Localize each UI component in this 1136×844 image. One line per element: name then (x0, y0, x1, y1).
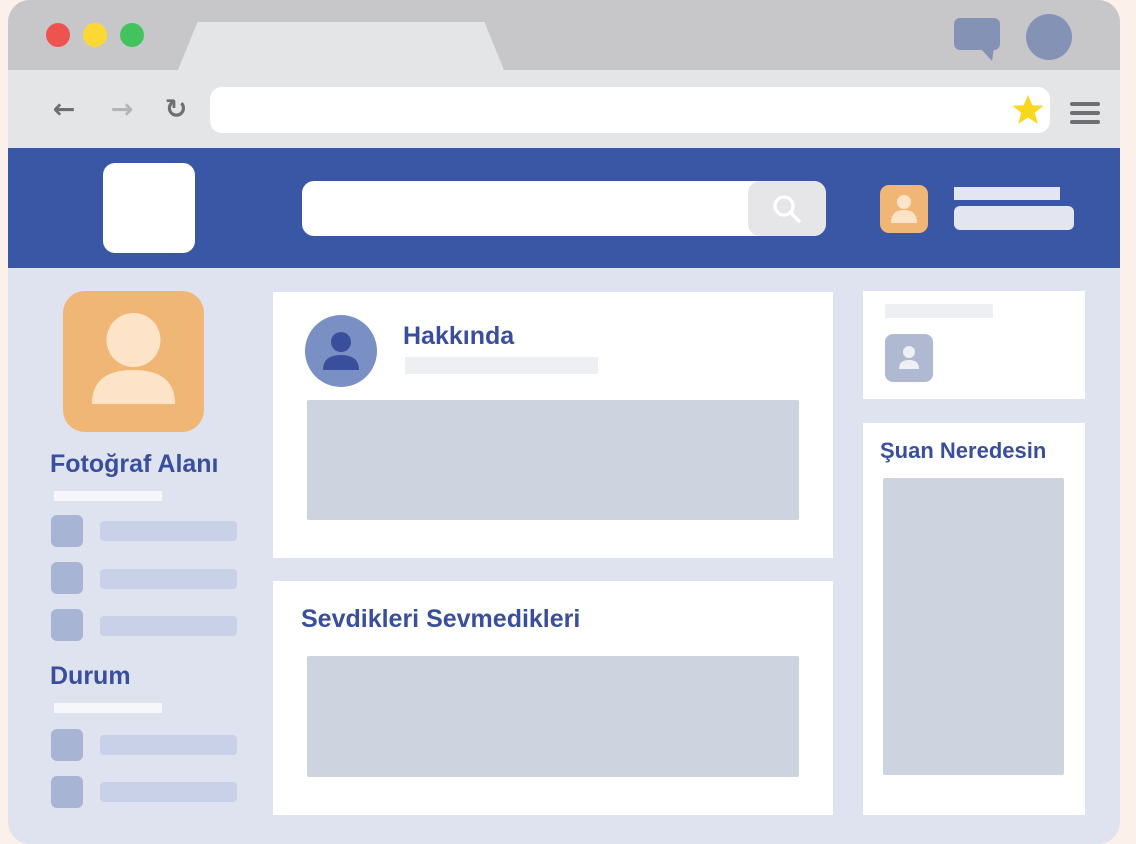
search-icon (773, 195, 801, 223)
maximize-window-dot[interactable] (120, 23, 144, 47)
location-map[interactable] (883, 478, 1064, 775)
browser-window: ← → ↻ Fotoğraf Alanı Durum Hakkında Sevd… (8, 0, 1120, 844)
close-window-dot[interactable] (46, 23, 70, 47)
site-header (8, 148, 1120, 268)
address-bar[interactable] (210, 87, 1050, 133)
chat-icon[interactable] (954, 18, 1000, 62)
likes-title: Sevdikleri Sevmedikleri (301, 605, 581, 633)
about-subtitle-line (405, 357, 598, 374)
about-avatar-icon (305, 315, 377, 387)
sidebar-item[interactable] (100, 521, 237, 541)
title-bar (8, 0, 1120, 70)
friends-header-line (885, 304, 993, 318)
user-avatar[interactable] (880, 185, 928, 233)
friends-card (863, 291, 1085, 399)
about-card: Hakkında (273, 292, 833, 558)
star-icon[interactable] (1012, 94, 1044, 126)
sidebar-item-icon (51, 562, 83, 594)
status-item-icon (51, 776, 83, 808)
photo-area-title: Fotoğraf Alanı (50, 450, 219, 478)
sidebar-item-icon (51, 609, 83, 641)
sidebar-item[interactable] (100, 616, 237, 636)
location-card: Şuan Neredesin (863, 423, 1085, 815)
about-content (307, 400, 799, 520)
sidebar-item[interactable] (100, 569, 237, 589)
hamburger-icon[interactable] (1070, 102, 1100, 124)
status-title: Durum (50, 662, 131, 690)
location-title: Şuan Neredesin (880, 438, 1047, 463)
about-title: Hakkında (403, 322, 515, 350)
photo-area-line (54, 491, 162, 501)
site-logo[interactable] (103, 163, 195, 253)
forward-arrow-icon[interactable]: → (104, 92, 140, 128)
likes-card: Sevdikleri Sevmedikleri (273, 581, 833, 815)
avatar-circle-icon[interactable] (1026, 14, 1072, 60)
likes-content (307, 656, 799, 777)
user-menu-button[interactable] (954, 206, 1074, 230)
status-item-icon (51, 729, 83, 761)
search-button[interactable] (748, 181, 826, 236)
reload-icon[interactable]: ↻ (158, 92, 194, 128)
status-item[interactable] (100, 782, 237, 802)
sidebar-item-icon (51, 515, 83, 547)
username-placeholder (954, 187, 1060, 200)
browser-toolbar: ← → ↻ (8, 70, 1120, 148)
profile-photo[interactable] (63, 291, 204, 432)
minimize-window-dot[interactable] (83, 23, 107, 47)
browser-tab[interactable] (178, 22, 504, 70)
back-arrow-icon[interactable]: ← (46, 92, 82, 128)
friend-avatar-icon[interactable] (885, 334, 933, 382)
status-item[interactable] (100, 735, 237, 755)
search-input[interactable] (302, 181, 826, 236)
status-line (54, 703, 162, 713)
